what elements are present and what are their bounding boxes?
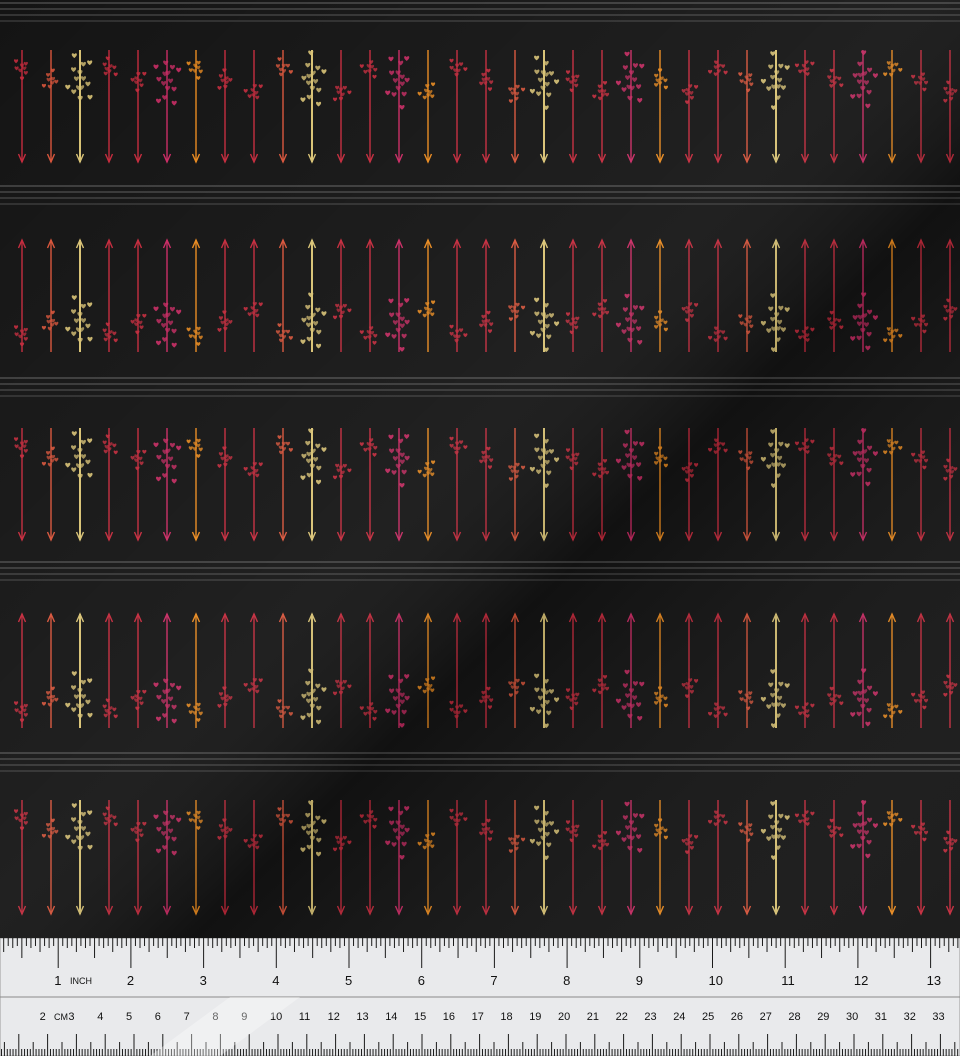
- inch-number: 9: [636, 973, 643, 988]
- cm-number: 5: [126, 1011, 132, 1023]
- cm-number: 14: [385, 1011, 397, 1023]
- inch-number: 6: [418, 973, 425, 988]
- inch-number: 5: [345, 973, 352, 988]
- cm-number: 11: [299, 1011, 310, 1023]
- cm-number: 31: [875, 1011, 887, 1023]
- cm-number: 7: [184, 1011, 190, 1023]
- inch-number: 10: [709, 973, 723, 988]
- cm-number: 32: [904, 1011, 916, 1023]
- inch-number: 13: [927, 973, 941, 988]
- inch-number: 8: [563, 973, 570, 988]
- fabric-photo: 1 2 3 4 5 6 7 8 9 10 11 12 13 INCH 2 3 4 5 6 7 8 9 10 11 12 13 14 1…: [0, 0, 960, 1056]
- cm-number: 21: [587, 1011, 599, 1023]
- cm-number: 13: [356, 1011, 368, 1023]
- cm-number: 19: [529, 1011, 541, 1023]
- cm-number: 16: [443, 1011, 455, 1023]
- cm-number: 18: [500, 1011, 512, 1023]
- inch-unit-label: INCH: [70, 976, 92, 986]
- cm-number: 27: [760, 1011, 772, 1023]
- inch-number: 1: [54, 973, 61, 988]
- inch-number: 3: [200, 973, 207, 988]
- cm-number: 28: [788, 1011, 800, 1023]
- cm-unit-label: CM: [54, 1012, 68, 1022]
- cm-number: 23: [644, 1011, 656, 1023]
- cm-number: 2: [40, 1011, 46, 1023]
- cm-number: 3: [68, 1011, 74, 1023]
- cm-number: 26: [731, 1011, 743, 1023]
- cm-number: 29: [817, 1011, 829, 1023]
- cm-number: 33: [932, 1011, 944, 1023]
- cm-number: 22: [616, 1011, 628, 1023]
- cm-number: 20: [558, 1011, 570, 1023]
- cm-number: 4: [97, 1011, 103, 1023]
- cm-number: 24: [673, 1011, 685, 1023]
- inch-number: 4: [272, 973, 279, 988]
- fabric-fold-shading: [0, 0, 960, 938]
- cm-number: 25: [702, 1011, 714, 1023]
- cm-number: 12: [328, 1011, 340, 1023]
- measuring-ruler: 1 2 3 4 5 6 7 8 9 10 11 12 13INCH2 3 4 5 6 7 8 9 10 11 12 13 14 1…: [0, 938, 960, 1056]
- inch-number: 11: [781, 973, 795, 988]
- cm-number: 30: [846, 1011, 858, 1023]
- inch-number: 7: [490, 973, 497, 988]
- fabric-pattern: [0, 0, 960, 938]
- cm-number: 15: [414, 1011, 426, 1023]
- inch-number: 12: [854, 973, 868, 988]
- cm-number: 17: [472, 1011, 484, 1023]
- cm-number: 6: [155, 1011, 161, 1023]
- inch-number: 2: [127, 973, 134, 988]
